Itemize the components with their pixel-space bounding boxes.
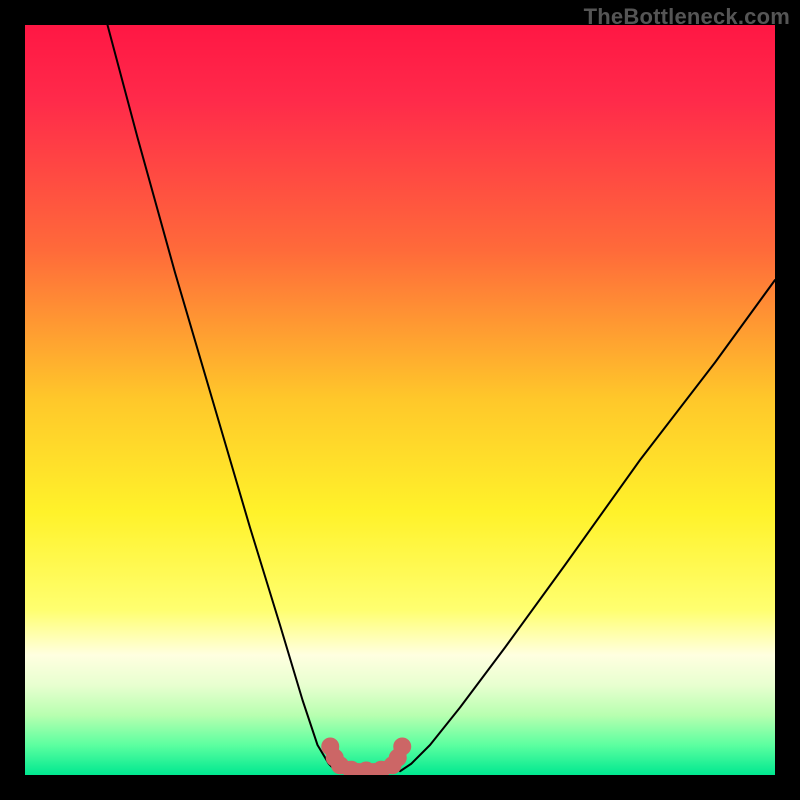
- plot-area: [25, 25, 775, 775]
- marker-dot: [393, 738, 411, 756]
- watermark-text: TheBottleneck.com: [584, 4, 790, 30]
- series-left-branch: [108, 25, 337, 771]
- chart-container: TheBottleneck.com: [0, 0, 800, 800]
- curve-layer: [25, 25, 775, 775]
- series-right-branch: [400, 280, 775, 771]
